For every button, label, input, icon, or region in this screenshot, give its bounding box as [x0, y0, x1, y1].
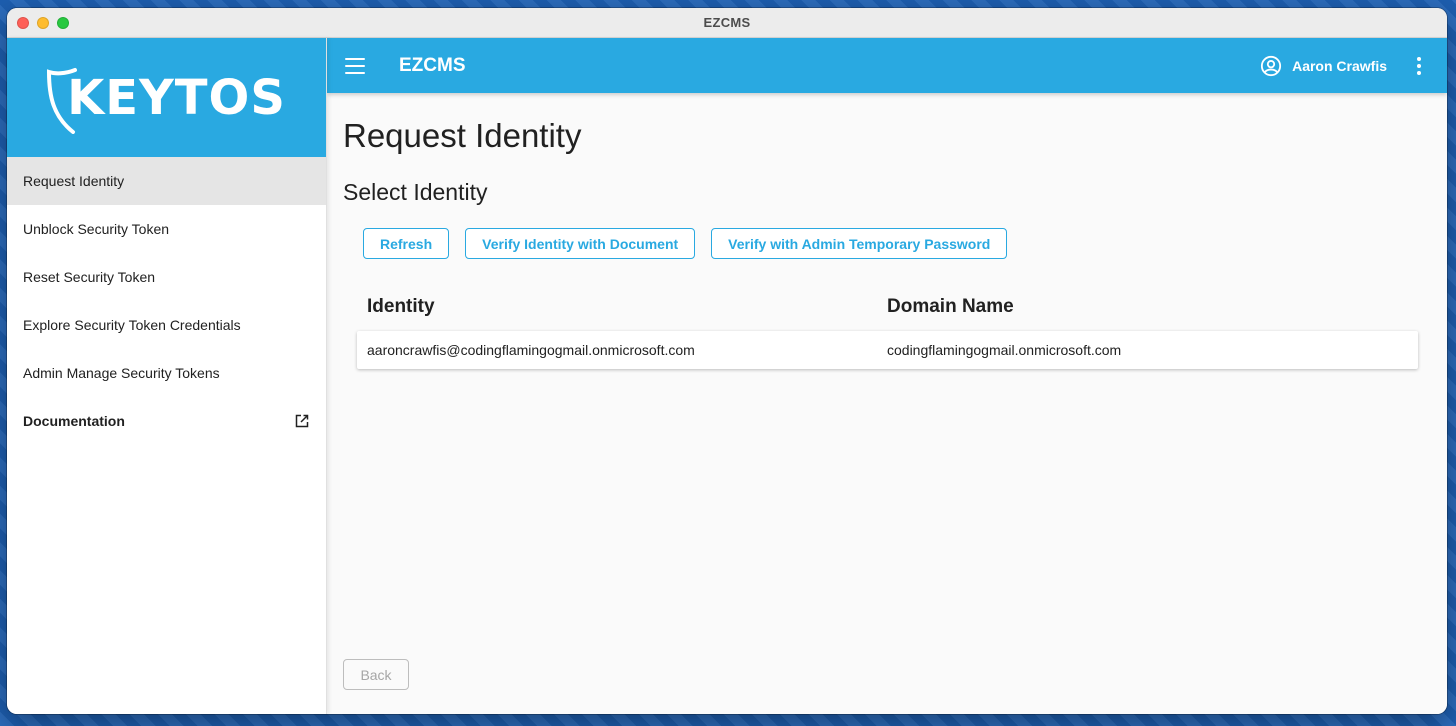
app-bar: EZCMS Aaron Crawfis: [327, 38, 1447, 93]
zoom-window-button[interactable]: [57, 17, 69, 29]
column-header-identity: Identity: [367, 296, 435, 317]
app-title: EZCMS: [399, 54, 466, 76]
sidebar-item-explore-credentials[interactable]: Explore Security Token Credentials: [7, 301, 326, 349]
page-title: Request Identity: [343, 117, 582, 154]
sidebar-item-label: Explore Security Token Credentials: [23, 317, 241, 333]
sidebar-item-label: Documentation: [23, 413, 125, 429]
main-content: EZCMS Aaron Crawfis Request Identity Sel…: [327, 38, 1447, 714]
column-header-domain-name: Domain Name: [887, 296, 1014, 317]
sidebar-item-label: Unblock Security Token: [23, 221, 170, 237]
sidebar-item-unblock-security-token[interactable]: Unblock Security Token: [7, 205, 326, 253]
sidebar-item-reset-security-token[interactable]: Reset Security Token: [7, 253, 326, 301]
sidebar-item-request-identity[interactable]: Request Identity: [7, 157, 326, 205]
verify-admin-password-button[interactable]: Verify with Admin Temporary Password: [711, 228, 1008, 259]
sidebar-item-label: Request Identity: [23, 173, 125, 189]
window-title: EZCMS: [703, 15, 751, 30]
menu-icon[interactable]: [345, 57, 365, 74]
title-bar: EZCMS: [7, 8, 1447, 38]
logo-area: KEYTOS: [7, 38, 326, 157]
refresh-button[interactable]: Refresh: [363, 228, 450, 259]
external-link-icon: [295, 414, 309, 428]
table-header: Identity Domain Name: [357, 289, 1418, 325]
app-body: KEYTOS Request Identity Unblock Security…: [7, 38, 1447, 714]
back-button[interactable]: Back: [343, 659, 409, 690]
sidebar-item-admin-manage-tokens[interactable]: Admin Manage Security Tokens: [7, 349, 326, 397]
logo-text: KEYTOS: [67, 69, 286, 126]
section-title: Select Identity: [343, 179, 488, 205]
app-window: EZCMS KEYTOS Request Identity Unblock Se…: [7, 8, 1447, 714]
user-account-button[interactable]: Aaron Crawfis: [1260, 55, 1387, 77]
window-controls: [17, 17, 69, 29]
domain-name-cell: codingflamingogmail.onmicrosoft.com: [887, 342, 1122, 358]
table-row[interactable]: aaroncrawfis@codingflamingogmail.onmicro…: [357, 331, 1418, 369]
minimize-window-button[interactable]: [37, 17, 49, 29]
sidebar: KEYTOS Request Identity Unblock Security…: [7, 38, 327, 714]
sidebar-item-documentation[interactable]: Documentation: [7, 397, 326, 445]
sidebar-nav: Request Identity Unblock Security Token …: [7, 157, 326, 445]
identity-table: Identity Domain Name aaroncrawfis@coding…: [357, 289, 1418, 369]
content-area: Request Identity Select Identity Refresh…: [327, 93, 1447, 369]
close-window-button[interactable]: [17, 17, 29, 29]
verify-identity-document-button[interactable]: Verify Identity with Document: [465, 228, 696, 259]
action-buttons: Refresh Verify Identity with Document Ve…: [343, 228, 1431, 259]
account-circle-icon: [1260, 55, 1282, 76]
more-vert-icon[interactable]: [1409, 53, 1429, 79]
sidebar-item-label: Admin Manage Security Tokens: [23, 365, 220, 381]
keytos-logo: KEYTOS: [47, 62, 286, 134]
identity-cell: aaroncrawfis@codingflamingogmail.onmicro…: [367, 342, 695, 358]
user-name: Aaron Crawfis: [1292, 57, 1387, 74]
sidebar-item-label: Reset Security Token: [23, 269, 156, 285]
